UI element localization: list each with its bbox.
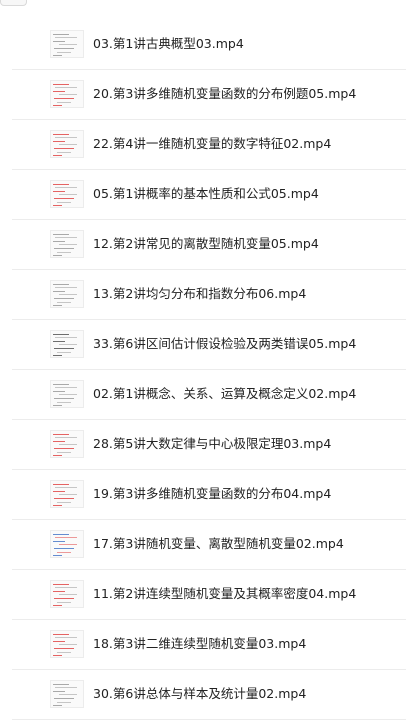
- video-thumbnail-icon: [50, 580, 84, 608]
- scroll-top-edge: [0, 0, 27, 6]
- video-thumbnail-icon: [50, 30, 84, 58]
- file-row[interactable]: 12.第2讲常见的离散型随机变量05.mp4: [0, 220, 406, 270]
- video-thumbnail-icon: [50, 80, 84, 108]
- file-row[interactable]: 30.第6讲总体与样本及统计量02.mp4: [0, 670, 406, 720]
- video-thumbnail-icon: [50, 430, 84, 458]
- video-thumbnail-icon: [50, 380, 84, 408]
- file-row[interactable]: 05.第1讲概率的基本性质和公式05.mp4: [0, 170, 406, 220]
- video-thumbnail-icon: [50, 480, 84, 508]
- file-row[interactable]: 03.第1讲古典概型03.mp4: [0, 20, 406, 70]
- file-row[interactable]: 17.第3讲随机变量、离散型随机变量02.mp4: [0, 520, 406, 570]
- file-row[interactable]: 22.第4讲一维随机变量的数字特征02.mp4: [0, 120, 406, 170]
- file-name: 20.第3讲多维随机变量函数的分布例题05.mp4: [93, 86, 357, 101]
- file-name: 13.第2讲均匀分布和指数分布06.mp4: [93, 286, 307, 301]
- video-thumbnail-icon: [50, 530, 84, 558]
- file-name: 30.第6讲总体与样本及统计量02.mp4: [93, 686, 307, 701]
- file-name: 12.第2讲常见的离散型随机变量05.mp4: [93, 236, 319, 251]
- video-file-list: 03.第1讲古典概型03.mp4 20.第3讲多维随机变量函数的分布例题05.mp…: [0, 20, 406, 720]
- file-name: 22.第4讲一维随机变量的数字特征02.mp4: [93, 136, 332, 151]
- file-row[interactable]: 13.第2讲均匀分布和指数分布06.mp4: [0, 270, 406, 320]
- video-thumbnail-icon: [50, 330, 84, 358]
- file-list-screen: 03.第1讲古典概型03.mp4 20.第3讲多维随机变量函数的分布例题05.mp…: [0, 0, 406, 728]
- video-thumbnail-icon: [50, 180, 84, 208]
- video-thumbnail-icon: [50, 230, 84, 258]
- video-thumbnail-icon: [50, 130, 84, 158]
- file-row[interactable]: 18.第3讲二维连续型随机变量03.mp4: [0, 620, 406, 670]
- video-thumbnail-icon: [50, 630, 84, 658]
- file-name: 17.第3讲随机变量、离散型随机变量02.mp4: [93, 536, 344, 551]
- video-thumbnail-icon: [50, 280, 84, 308]
- video-thumbnail-icon: [50, 680, 84, 708]
- file-row[interactable]: 28.第5讲大数定律与中心极限定理03.mp4: [0, 420, 406, 470]
- file-name: 05.第1讲概率的基本性质和公式05.mp4: [93, 186, 319, 201]
- file-name: 28.第5讲大数定律与中心极限定理03.mp4: [93, 436, 332, 451]
- file-row[interactable]: 33.第6讲区间估计假设检验及两类错误05.mp4: [0, 320, 406, 370]
- file-row[interactable]: 02.第1讲概念、关系、运算及概念定义02.mp4: [0, 370, 406, 420]
- file-name: 33.第6讲区间估计假设检验及两类错误05.mp4: [93, 336, 357, 351]
- file-name: 02.第1讲概念、关系、运算及概念定义02.mp4: [93, 386, 357, 401]
- file-row[interactable]: 19.第3讲多维随机变量函数的分布04.mp4: [0, 470, 406, 520]
- file-name: 18.第3讲二维连续型随机变量03.mp4: [93, 636, 307, 651]
- file-row[interactable]: 20.第3讲多维随机变量函数的分布例题05.mp4: [0, 70, 406, 120]
- file-name: 19.第3讲多维随机变量函数的分布04.mp4: [93, 486, 332, 501]
- file-row[interactable]: 11.第2讲连续型随机变量及其概率密度04.mp4: [0, 570, 406, 620]
- file-name: 03.第1讲古典概型03.mp4: [93, 36, 244, 51]
- file-name: 11.第2讲连续型随机变量及其概率密度04.mp4: [93, 586, 357, 601]
